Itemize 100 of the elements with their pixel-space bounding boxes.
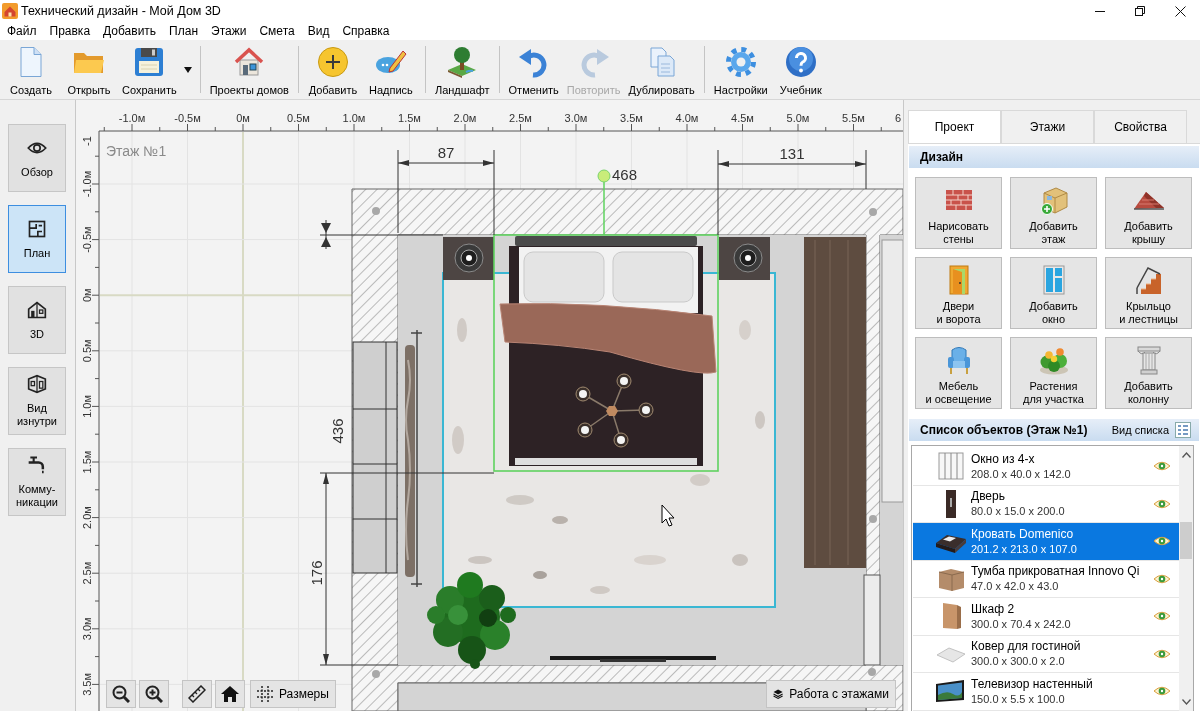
- menu-item[interactable]: Смета: [253, 22, 301, 40]
- ruler-label: 3.0м: [81, 617, 93, 641]
- plant[interactable]: [427, 572, 516, 669]
- design-tool-button[interactable]: Добавить окно: [1010, 257, 1097, 329]
- utilities-button[interactable]: Комму- никации: [8, 448, 66, 516]
- object-size: 47.0 x 42.0 x 43.0: [971, 579, 1060, 594]
- list-view-button[interactable]: Вид списка: [1111, 422, 1191, 438]
- save-button[interactable]: Сохранить: [118, 40, 181, 99]
- help-icon: [784, 46, 817, 78]
- wall-node-icon[interactable]: [869, 515, 877, 523]
- home-button[interactable]: [215, 680, 245, 708]
- menu-item[interactable]: Правка: [43, 22, 97, 40]
- menu-item[interactable]: Справка: [336, 22, 396, 40]
- object-list-item[interactable]: Телевизор настенный 150.0 x 5.5 x 100.0: [913, 673, 1179, 711]
- object-list-item[interactable]: Шкаф 2 300.0 x 70.4 x 242.0: [913, 598, 1179, 636]
- design-tool-button[interactable]: Мебель и освещение: [915, 337, 1002, 409]
- caption-button[interactable]: Надпись: [361, 40, 420, 99]
- new-file-button[interactable]: Создать: [2, 40, 60, 99]
- ruler-label: -1.0м: [81, 170, 93, 198]
- dimensions-button[interactable]: Размеры: [250, 680, 336, 708]
- window-title: Технический дизайн - Мой Дом 3D: [21, 4, 222, 18]
- wall-node-icon[interactable]: [372, 670, 380, 678]
- open-button[interactable]: Открыть: [60, 40, 118, 99]
- add-button[interactable]: Добавить: [303, 40, 362, 99]
- zoom-in-button[interactable]: [139, 680, 169, 708]
- overview-button[interactable]: Обзор: [8, 124, 66, 192]
- design-tool-button[interactable]: Добавить крышу: [1105, 177, 1192, 249]
- object-list-item[interactable]: Окно из 4-х 208.0 x 40.0 x 142.0: [913, 448, 1179, 486]
- panel-tab[interactable]: Этажи: [1001, 110, 1094, 143]
- undo-button[interactable]: Отменить: [504, 40, 563, 99]
- ruler-label: 2.0м: [453, 112, 477, 124]
- scroll-down-icon[interactable]: [1181, 699, 1191, 705]
- app-logo-icon: [2, 3, 18, 19]
- tv[interactable]: [550, 656, 716, 662]
- wall-node-icon[interactable]: [869, 208, 877, 216]
- menu-item[interactable]: План: [163, 22, 205, 40]
- plan-button[interactable]: План: [8, 205, 66, 273]
- 3d-view-button[interactable]: 3D: [8, 286, 66, 354]
- object-size: 80.0 x 15.0 x 200.0: [971, 504, 1065, 519]
- scrollbar-thumb[interactable]: [1180, 522, 1192, 559]
- menu-item[interactable]: Файл: [1, 22, 43, 40]
- list-view-icon: [1175, 422, 1191, 438]
- door[interactable]: [863, 574, 881, 666]
- panel-tab[interactable]: Свойства: [1094, 110, 1187, 143]
- zoom-out-button[interactable]: [106, 680, 136, 708]
- object-list-item[interactable]: Тумба прикроватная Innovo Qi 47.0 x 42.0 x 43.0: [913, 560, 1179, 598]
- inside-view-button[interactable]: Вид изнутри: [8, 367, 66, 435]
- table-lamp[interactable]: [454, 243, 484, 273]
- menu-item[interactable]: Этажи: [205, 22, 253, 40]
- design-tool-button[interactable]: Нарисовать стены: [915, 177, 1002, 249]
- design-tool-button[interactable]: Двери и ворота: [915, 257, 1002, 329]
- visibility-eye-icon[interactable]: [1153, 535, 1171, 548]
- chandelier[interactable]: [575, 373, 654, 448]
- ruler-label: -0.5м: [81, 226, 93, 253]
- object-size: 300.0 x 300.0 x 2.0: [971, 654, 1066, 669]
- menu-item[interactable]: Вид: [301, 22, 336, 40]
- house-projects-button[interactable]: Проекты домов: [205, 40, 293, 99]
- design-tool-button[interactable]: Растения для участка: [1010, 337, 1097, 409]
- ruler-label: 0.5м: [287, 112, 310, 124]
- dimension-label: 436: [329, 418, 346, 444]
- visibility-eye-icon[interactable]: [1153, 572, 1171, 585]
- ruler-label: -0.5м: [174, 112, 201, 124]
- mouse-cursor-icon: [661, 504, 675, 527]
- object-list-item[interactable]: Ковер для гостиной 300.0 x 300.0 x 2.0: [913, 635, 1179, 673]
- restore-icon: [1135, 6, 1145, 16]
- caret-icon: [183, 67, 192, 73]
- ruler-label: 5.5м: [842, 112, 865, 124]
- table-lamp[interactable]: [733, 243, 763, 273]
- visibility-eye-icon[interactable]: [1153, 685, 1171, 698]
- design-tool-button[interactable]: Добавить этаж: [1010, 177, 1097, 249]
- tutorial-button[interactable]: Учебник: [771, 40, 830, 99]
- rotation-handle[interactable]: [597, 169, 611, 236]
- ruler-button[interactable]: [182, 680, 212, 708]
- design-tool-button[interactable]: Крыльцо и лестницы: [1105, 257, 1192, 329]
- landscape-button[interactable]: Ландшафт: [430, 40, 494, 99]
- design-tool-button[interactable]: Добавить колонну: [1105, 337, 1192, 409]
- visibility-eye-icon[interactable]: [1153, 497, 1171, 510]
- home-icon: [221, 686, 239, 702]
- scroll-up-icon[interactable]: [1181, 452, 1191, 458]
- window-frame-icon: [935, 451, 967, 482]
- grid-icon: [257, 686, 273, 702]
- zoom-out-icon: [112, 685, 130, 703]
- wall-node-icon[interactable]: [372, 207, 380, 215]
- section-title: Список объектов (Этаж №1): [920, 422, 1089, 439]
- visibility-eye-icon[interactable]: [1153, 460, 1171, 473]
- object-list-item[interactable]: Кровать Domenico 201.2 x 213.0 x 107.0: [913, 523, 1179, 561]
- window[interactable]: [352, 341, 398, 574]
- visibility-eye-icon[interactable]: [1153, 647, 1171, 660]
- visibility-eye-icon[interactable]: [1153, 610, 1171, 623]
- curtain[interactable]: [405, 329, 423, 588]
- ruler-label: 0.5м: [81, 339, 93, 363]
- menu-item[interactable]: Добавить: [97, 22, 163, 40]
- dimension-label: 131: [779, 145, 805, 162]
- floors-button[interactable]: Работа с этажами: [766, 680, 896, 708]
- settings-button[interactable]: Настройки: [709, 40, 772, 99]
- panel-tab[interactable]: Проект: [908, 110, 1001, 143]
- wall-node-icon[interactable]: [868, 668, 876, 676]
- scrollbar[interactable]: [1179, 446, 1193, 711]
- duplicate-button[interactable]: Дублировать: [624, 40, 699, 99]
- ruler-label: 4.0м: [675, 112, 699, 124]
